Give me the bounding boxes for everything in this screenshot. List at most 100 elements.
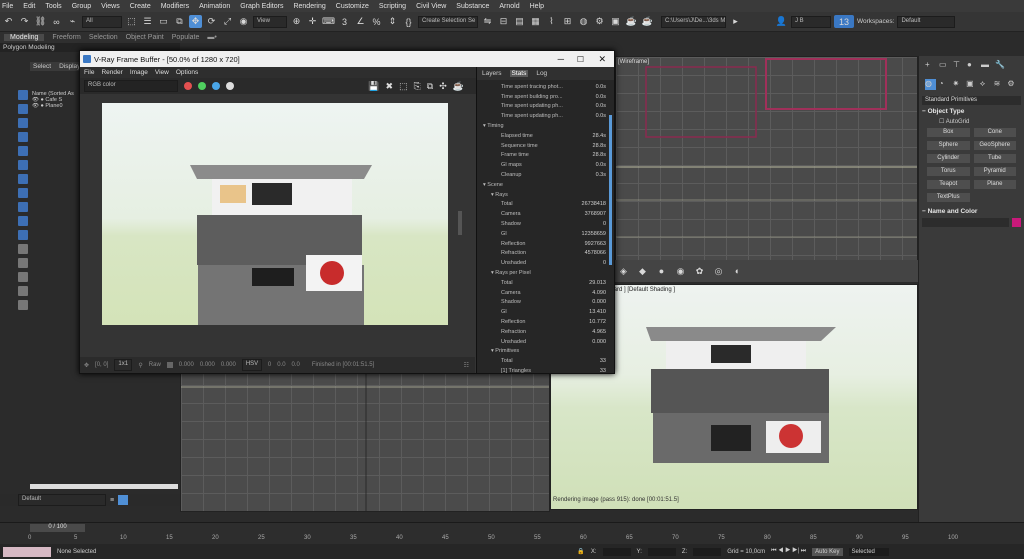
render-last-icon[interactable]: ☕ bbox=[453, 81, 464, 92]
maxscript-listener[interactable] bbox=[3, 546, 51, 557]
primitive-button[interactable]: Cone bbox=[973, 128, 1016, 137]
snap-3-icon[interactable]: 3 bbox=[338, 15, 351, 28]
ribbon-tab-selection[interactable]: Selection bbox=[89, 34, 118, 41]
close-icon[interactable]: ✕ bbox=[598, 54, 606, 65]
shelf-icon-4[interactable]: ◉ bbox=[674, 265, 687, 278]
vfb-title-bar[interactable]: V-Ray Frame Buffer - [50.0% of 1280 x 72… bbox=[80, 51, 614, 67]
history-icon[interactable]: ⎘ bbox=[414, 81, 421, 92]
explorer-bones-icon[interactable] bbox=[18, 216, 28, 226]
pixel-zoom-dropdown[interactable]: 1x1 bbox=[114, 359, 133, 371]
tab-log[interactable]: Log bbox=[534, 70, 549, 77]
tab-layers[interactable]: Layers bbox=[480, 70, 504, 77]
workspace-dropdown[interactable]: Default bbox=[897, 15, 956, 28]
pivot-icon[interactable]: ⊕ bbox=[290, 15, 303, 28]
selection-filter-dropdown[interactable]: All bbox=[82, 15, 122, 28]
explorer-groups-icon[interactable] bbox=[18, 188, 28, 198]
vfb-menu-item[interactable]: Image bbox=[130, 69, 148, 76]
explorer-filter-icon[interactable] bbox=[18, 90, 28, 100]
explorer-find-icon[interactable] bbox=[18, 286, 28, 296]
unlink-icon[interactable]: ∞ bbox=[50, 15, 63, 28]
color-mode-dropdown[interactable]: HSV bbox=[241, 359, 262, 371]
region-render-icon[interactable]: ⬚ bbox=[399, 81, 408, 92]
scene-row-plane[interactable]: 👁 ● Plane0 bbox=[30, 103, 80, 109]
menu-item[interactable]: Tools bbox=[45, 3, 61, 10]
object-type-rollout[interactable]: − Object Type bbox=[922, 108, 1021, 115]
motion-tab-icon[interactable]: ● bbox=[967, 60, 978, 71]
modify-tab-icon[interactable]: ▭ bbox=[939, 60, 950, 71]
lock-icon[interactable]: 🔒 bbox=[577, 548, 584, 555]
autogrid-checkbox[interactable]: ☐ AutoGrid bbox=[919, 118, 1024, 125]
window-crossing-icon[interactable]: ⧉ bbox=[173, 15, 186, 28]
layer-explorer-icon[interactable]: ▤ bbox=[513, 15, 526, 28]
z-coord-field[interactable] bbox=[693, 547, 722, 556]
channel-dropdown[interactable]: RGB color bbox=[84, 80, 178, 92]
primitive-button[interactable]: Plane bbox=[973, 180, 1016, 189]
object-color-swatch[interactable] bbox=[1012, 218, 1021, 227]
stats-scrollbar[interactable] bbox=[609, 115, 612, 265]
expand-icon[interactable]: ▾ bbox=[483, 123, 487, 129]
vfb-menu-item[interactable]: View bbox=[155, 69, 169, 76]
undo-icon[interactable]: ↶ bbox=[2, 15, 15, 28]
explorer-all-icon[interactable] bbox=[18, 272, 28, 282]
menu-item[interactable]: Graph Editors bbox=[240, 3, 283, 10]
menu-item[interactable]: Modifiers bbox=[161, 3, 189, 10]
selection-set-dropdown[interactable]: Create Selection Se bbox=[418, 15, 478, 28]
menu-item[interactable]: Substance bbox=[456, 3, 489, 10]
angle-snap-icon[interactable]: ∠ bbox=[354, 15, 367, 28]
explorer-xrefs-icon[interactable] bbox=[18, 202, 28, 212]
primitive-button[interactable]: Teapot bbox=[927, 180, 970, 189]
expand-icon[interactable]: ▾ bbox=[491, 348, 495, 354]
systems-icon[interactable]: ⚙ bbox=[1007, 79, 1018, 90]
explorer-cameras-icon[interactable] bbox=[18, 146, 28, 156]
playback-controls[interactable]: ⏮ ◀ ▶ ▶| ⏭ bbox=[771, 548, 806, 555]
ribbon-tab-object-paint[interactable]: Object Paint bbox=[126, 34, 164, 41]
menu-item[interactable]: Animation bbox=[199, 3, 230, 10]
select-manipulate-icon[interactable]: ✛ bbox=[306, 15, 319, 28]
edit-named-sel-icon[interactable]: {} bbox=[402, 15, 415, 28]
shelf-icon-2[interactable]: ◆ bbox=[636, 265, 649, 278]
auto-key-button[interactable]: Auto Key bbox=[812, 547, 843, 556]
vfb-splitter[interactable] bbox=[458, 211, 462, 235]
redo-icon[interactable]: ↷ bbox=[18, 15, 31, 28]
vfb-menu-item[interactable]: Render bbox=[101, 69, 122, 76]
ribbon-tab-populate[interactable]: Populate bbox=[172, 34, 200, 41]
render-setup-icon[interactable]: ⚙ bbox=[593, 15, 606, 28]
keyboard-shortcut-icon[interactable]: ⌨ bbox=[322, 15, 335, 28]
tab-stats[interactable]: Stats bbox=[509, 70, 529, 77]
material-editor-icon[interactable]: ◍ bbox=[577, 15, 590, 28]
explorer-shapes-icon[interactable] bbox=[18, 118, 28, 128]
shelf-icon-7[interactable]: ◐ bbox=[731, 265, 744, 278]
y-coord-field[interactable] bbox=[647, 547, 676, 556]
spacewarps-icon[interactable]: ≋ bbox=[994, 79, 1005, 90]
primitive-button[interactable]: TextPlus bbox=[927, 193, 970, 202]
ribbon-toggle-icon[interactable]: ▬• bbox=[207, 34, 216, 41]
helpers-icon[interactable]: ⟡ bbox=[980, 79, 991, 90]
scale-icon[interactable]: ⤢ bbox=[221, 15, 234, 28]
utilities-tab-icon[interactable]: 🔧 bbox=[995, 60, 1006, 71]
explorer-containers-icon[interactable] bbox=[18, 230, 28, 240]
selected-dropdown[interactable]: Selected bbox=[848, 547, 889, 556]
menu-item[interactable]: File bbox=[2, 3, 13, 10]
curve-editor-icon[interactable]: ⌇ bbox=[545, 15, 558, 28]
render-frame-window-icon[interactable]: ▣ bbox=[609, 15, 622, 28]
render-production-icon[interactable]: ☕ bbox=[625, 15, 638, 28]
explorer-options-icon[interactable] bbox=[18, 300, 28, 310]
schematic-view-icon[interactable]: ⊞ bbox=[561, 15, 574, 28]
eyedropper-icon[interactable]: ⚲ bbox=[138, 362, 142, 369]
alpha-channel-icon[interactable] bbox=[226, 82, 234, 90]
explorer-frozen-icon[interactable] bbox=[18, 244, 28, 254]
geometry-icon[interactable]: ◍ bbox=[925, 79, 936, 90]
shapes-icon[interactable]: ◔ bbox=[939, 79, 950, 90]
select-by-name-icon[interactable]: ☰ bbox=[141, 15, 154, 28]
menu-item[interactable]: Rendering bbox=[293, 3, 325, 10]
minimize-icon[interactable]: ─ bbox=[558, 54, 564, 64]
hierarchy-tab-icon[interactable]: ⊤ bbox=[953, 60, 964, 71]
display-tab-icon[interactable]: ▬ bbox=[981, 60, 992, 71]
align-icon[interactable]: ⊟ bbox=[497, 15, 510, 28]
explorer-helpers-icon[interactable] bbox=[18, 160, 28, 170]
reference-coord-dropdown[interactable]: View bbox=[253, 15, 287, 28]
maximize-icon[interactable]: ☐ bbox=[577, 55, 584, 64]
primitive-button[interactable]: Torus bbox=[927, 167, 970, 176]
ribbon-tab-freeform[interactable]: Freeform bbox=[52, 34, 80, 41]
layer-manager-icon[interactable] bbox=[118, 495, 129, 505]
